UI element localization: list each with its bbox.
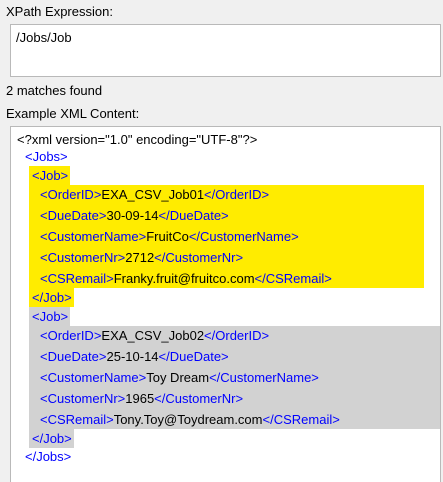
example-xml-content[interactable]: <?xml version="1.0" encoding="UTF-8"?> <… [10,126,441,482]
xml-job-close: </Job> [32,431,72,446]
xml-customernr-line: <CustomerNr>1965</CustomerNr> [40,391,244,406]
xml-duedate-line: <DueDate>30-09-14</DueDate> [40,208,229,223]
xml-orderid-line: <OrderID>EXA_CSV_Job01</OrderID> [40,187,270,202]
xml-root-open: <Jobs> [25,149,68,164]
xml-customernr-line: <CustomerNr>2712</CustomerNr> [40,250,244,265]
xml-job-close: </Job> [32,290,72,305]
example-xml-label: Example XML Content: [6,106,140,121]
xml-duedate-line: <DueDate>25-10-14</DueDate> [40,349,229,364]
xml-root-close: </Jobs> [25,449,72,464]
xpath-expression-label: XPath Expression: [6,4,113,19]
xml-customername-line: <CustomerName>Toy Dream</CustomerName> [40,370,319,385]
match-count-status: 2 matches found [6,83,103,98]
xml-declaration: <?xml version="1.0" encoding="UTF-8"?> [17,132,258,147]
xml-orderid-line: <OrderID>EXA_CSV_Job02</OrderID> [40,328,270,343]
xml-csremail-line: <CSRemail>Tony.Toy@Toydream.com</CSRemai… [40,412,340,427]
xpath-expression-input[interactable]: /Jobs/Job [10,24,441,77]
xml-csremail-line: <CSRemail>Franky.fruit@fruitco.com</CSRe… [40,271,332,286]
xml-job-open: <Job> [32,309,69,324]
xpath-expression-value: /Jobs/Job [16,30,72,45]
xml-job-open: <Job> [32,168,69,183]
xml-customername-line: <CustomerName>FruitCo</CustomerName> [40,229,299,244]
